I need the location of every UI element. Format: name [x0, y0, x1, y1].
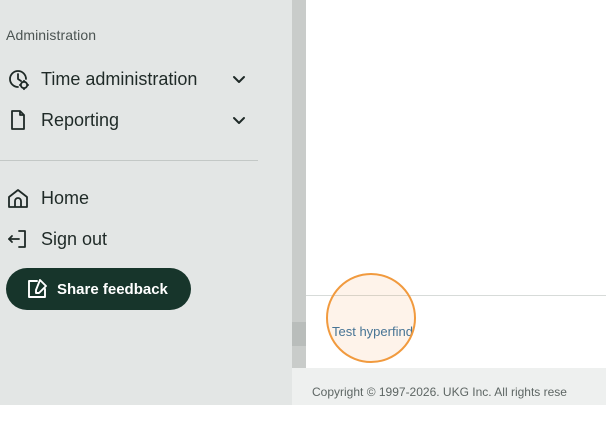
copyright-text: Copyright © 1997-2026. UKG Inc. All righ… — [312, 385, 567, 399]
chevron-down-icon[interactable] — [230, 70, 248, 88]
sidebar-divider — [0, 160, 258, 161]
sidebar-item-time-administration[interactable]: Time administration — [6, 64, 256, 94]
sidebar-item-label: Time administration — [41, 68, 198, 89]
edit-note-icon — [25, 277, 49, 301]
sidebar-item-label: Sign out — [41, 228, 108, 249]
app-root: Administration Time administration Repor… — [0, 0, 606, 421]
sidebar-item-home[interactable]: Home — [6, 183, 256, 213]
sidebar-item-reporting[interactable]: Reporting — [6, 105, 256, 135]
sidebar-item-label: Reporting — [41, 109, 120, 130]
document-icon — [6, 108, 30, 132]
sign-out-icon — [6, 227, 30, 251]
chevron-down-icon[interactable] — [230, 111, 248, 129]
share-feedback-button[interactable]: Share feedback — [6, 268, 191, 310]
section-title-administration: Administration — [6, 27, 97, 43]
test-hyperfind-link[interactable]: Test hyperfind — [332, 324, 413, 339]
share-feedback-label: Share feedback — [57, 280, 168, 298]
gutter-accent — [292, 322, 306, 346]
sidebar: Administration Time administration Repor… — [0, 0, 292, 405]
sidebar-item-sign-out[interactable]: Sign out — [6, 224, 256, 254]
sidebar-item-label: Home — [41, 187, 90, 208]
clock-settings-icon — [6, 67, 30, 91]
home-icon — [6, 186, 30, 210]
panel-divider — [306, 295, 606, 296]
main-panel — [306, 0, 606, 368]
